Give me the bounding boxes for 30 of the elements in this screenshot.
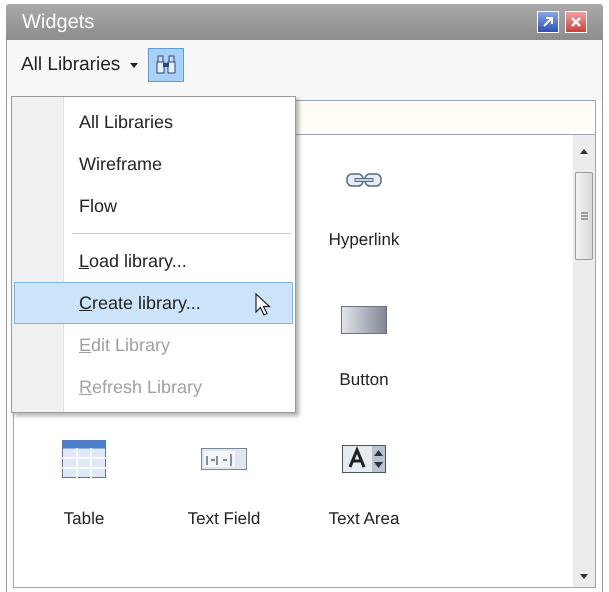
widget-label[interactable]: Table	[64, 506, 104, 532]
text-field-icon	[201, 448, 247, 470]
table-icon	[62, 440, 106, 478]
close-icon	[570, 16, 582, 28]
search-button[interactable]	[148, 48, 184, 82]
button-shape-icon	[341, 306, 387, 334]
scroll-up-icon	[580, 149, 588, 154]
text-spinner-icon	[342, 445, 386, 473]
scroll-down-icon	[580, 574, 588, 579]
library-dropdown[interactable]: All Libraries	[13, 48, 146, 82]
caret-icon	[130, 62, 138, 68]
binoculars-icon	[155, 55, 178, 75]
menu-item[interactable]: Create library...	[14, 282, 293, 324]
menu-item[interactable]: Load library...	[14, 240, 293, 282]
widget-label[interactable]: Text Area	[328, 506, 400, 532]
grip-icon	[580, 212, 588, 220]
close-button[interactable]	[565, 11, 587, 33]
widget-label[interactable]: Text Field	[188, 506, 260, 532]
scroll-thumb[interactable]	[575, 172, 593, 260]
maximize-button[interactable]	[537, 11, 559, 33]
menu-item[interactable]: Wireframe	[14, 143, 293, 185]
chain-link-icon	[346, 173, 382, 187]
widget-label[interactable]: Button	[339, 366, 389, 392]
arrow-icon	[542, 16, 554, 28]
menu-item[interactable]: Flow	[14, 185, 293, 227]
window-title: Widgets	[22, 10, 94, 35]
widget-label[interactable]: Hyperlink	[328, 227, 400, 252]
scrollbar[interactable]	[573, 135, 595, 587]
menu-item[interactable]: All Libraries	[14, 101, 293, 143]
mouse-pointer-icon	[255, 293, 271, 317]
